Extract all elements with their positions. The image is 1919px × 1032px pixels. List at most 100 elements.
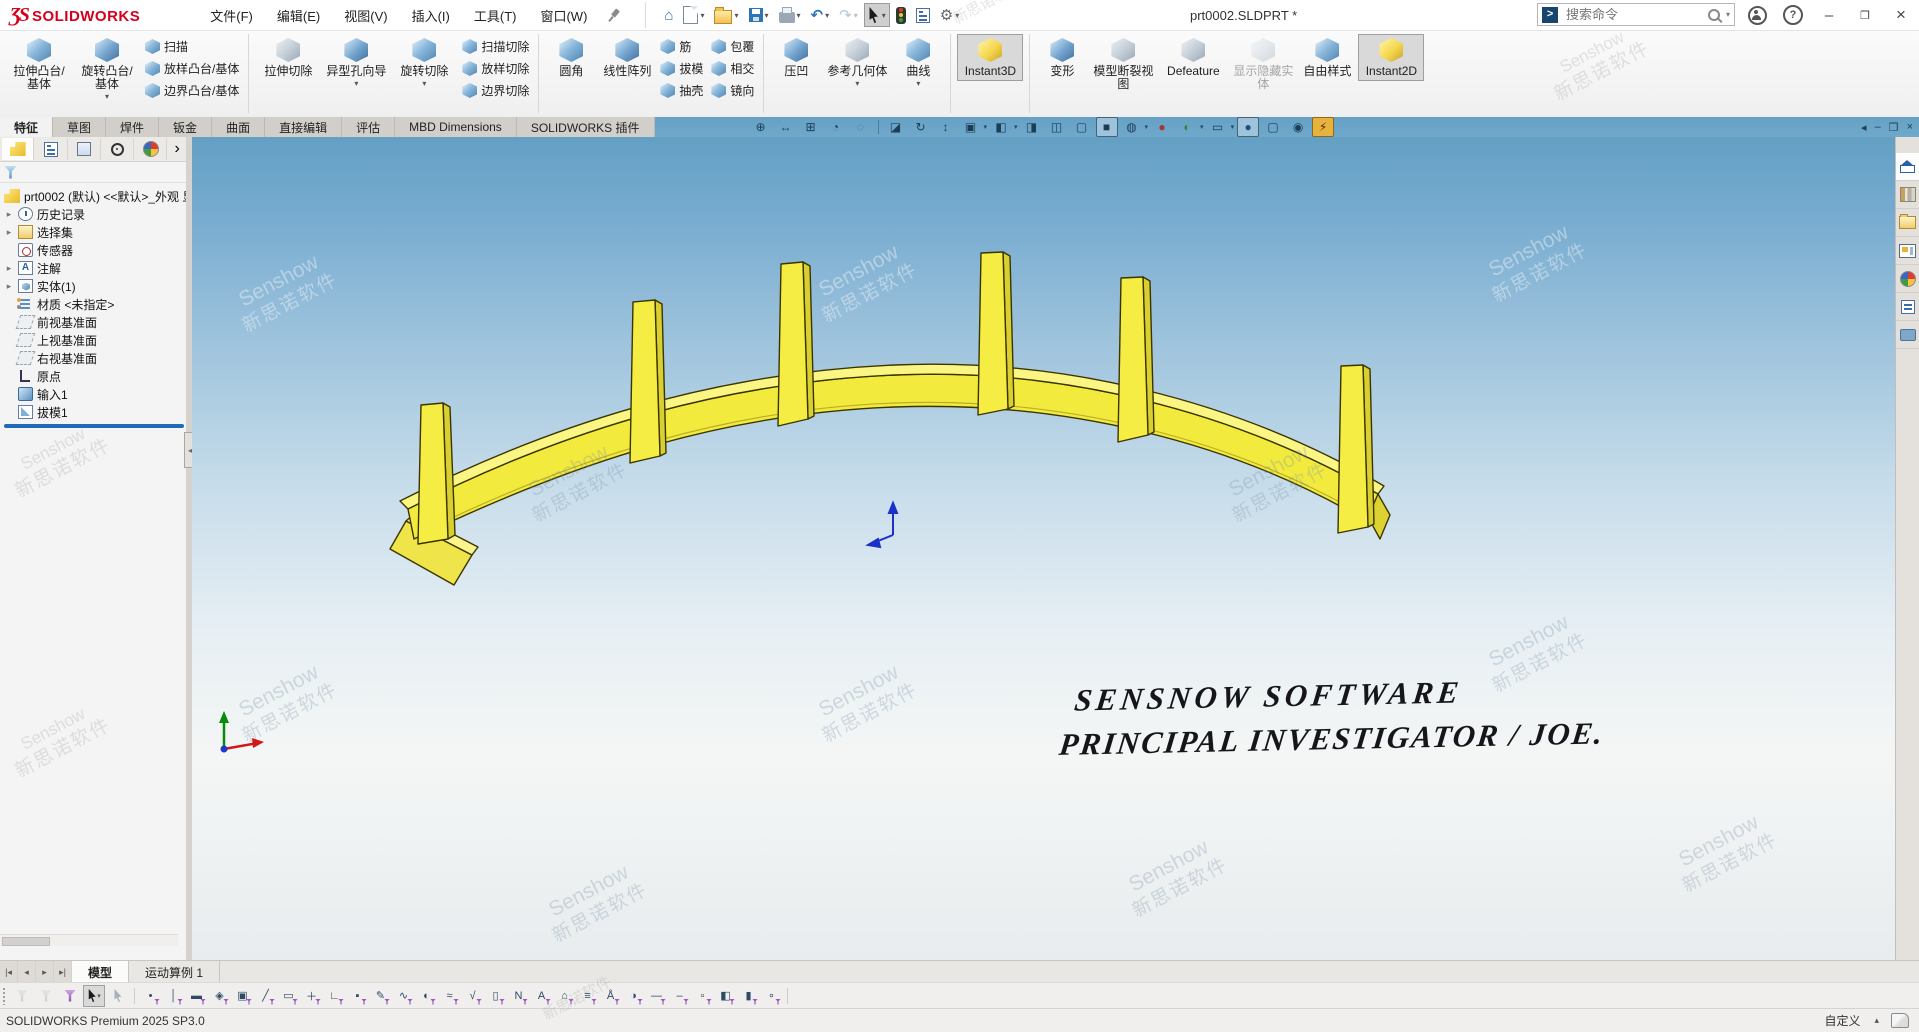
previous-view-icon[interactable]: ◌ [850, 117, 872, 137]
tab-mbd-dimensions[interactable]: MBD Dimensions [395, 117, 517, 137]
open-button[interactable]: ▾ [710, 3, 742, 28]
filter-select-all-icon[interactable] [59, 985, 81, 1007]
filter-blocks-icon[interactable]: ◧ [715, 986, 736, 1006]
filter-weld-beads-icon[interactable]: ◐ [416, 986, 437, 1006]
tag-icon[interactable] [1891, 1013, 1909, 1028]
indent-button[interactable]: 压凹 [770, 34, 822, 81]
tree-item-material[interactable]: 材质 <未指定> [4, 295, 186, 313]
featuremanager-tree-tab[interactable] [2, 138, 34, 160]
intersect-button[interactable]: 相交 [708, 59, 757, 78]
command-search-box[interactable]: > ▾ [1537, 3, 1735, 26]
filter-surface-bodies-icon[interactable]: ◈ [209, 986, 230, 1006]
filter-surface-finish-icon[interactable]: Å [600, 986, 621, 1006]
magnify-icon[interactable]: ◔ [825, 117, 847, 137]
menu-file[interactable]: 文件(F) [200, 1, 263, 30]
filter-vertices-icon[interactable]: • [140, 986, 161, 1006]
tree-horizontal-scrollbar[interactable] [0, 934, 178, 946]
reference-geometry-button[interactable]: 参考几何体▾ [824, 34, 890, 91]
display-style-shaded-icon[interactable]: ◨ [1021, 117, 1043, 137]
filter-clear-all-icon[interactable] [35, 985, 57, 1007]
tree-item-annotations[interactable]: ▸A注解 [4, 259, 186, 277]
toolbar-grip[interactable] [2, 987, 7, 1005]
tab-nav-last[interactable]: ▸| [54, 961, 72, 983]
filter-balloons-icon[interactable]: A [531, 986, 552, 1006]
boundary-cut-button[interactable]: 边界切除 [459, 81, 532, 100]
appearances-scenes-tab[interactable] [1896, 265, 1919, 293]
tree-item-origin[interactable]: 原点 [4, 367, 186, 385]
select-cursor-button[interactable]: ▾ [83, 985, 105, 1007]
forum-tab[interactable] [1896, 321, 1919, 349]
tree-item-selection-sets[interactable]: ▸选择集 [4, 223, 186, 241]
display-style-wireframe-icon[interactable]: ▢ [1071, 117, 1093, 137]
curves-button[interactable]: 曲线▾ [892, 34, 944, 91]
perspective-icon[interactable]: ◉ [1287, 117, 1309, 137]
view-orientation-icon[interactable]: ▣ [960, 117, 982, 137]
design-library-tab[interactable] [1896, 181, 1919, 209]
model-canvas[interactable] [192, 137, 1896, 960]
zoom-to-fit-icon[interactable]: ⊕ [750, 117, 772, 137]
model-tab[interactable]: 模型 [72, 961, 129, 983]
filter-curves-icon[interactable]: ∿ [393, 986, 414, 1006]
tab-features[interactable]: 特征 [0, 117, 53, 137]
tab-sheet-metal[interactable]: 钣金 [159, 117, 212, 137]
display-style-current-icon[interactable]: ■ [1096, 117, 1118, 137]
filter-solid-bodies-icon[interactable]: ▣ [232, 986, 253, 1006]
shadows-in-shaded-mode-icon[interactable]: ● [1237, 117, 1259, 137]
dimxpert-manager-tab[interactable] [102, 138, 134, 160]
save-button[interactable]: ▾ [745, 4, 773, 26]
show-hidden-bodies-button[interactable]: 显示隐藏实体 [1230, 34, 1296, 94]
tab-weldments[interactable]: 焊件 [106, 117, 159, 137]
linear-pattern-button[interactable]: 线性阵列 [599, 34, 655, 81]
search-input[interactable] [1564, 6, 1702, 23]
menu-window[interactable]: 窗口(W) [530, 1, 597, 30]
new-document-button[interactable]: ▾ [679, 2, 708, 28]
filter-notes-icon[interactable]: N [508, 986, 529, 1006]
filter-toggle-icon[interactable] [11, 985, 33, 1007]
tab-direct-editing[interactable]: 直接编辑 [265, 117, 342, 137]
filter-annotations-icon[interactable]: ▯ [485, 986, 506, 1006]
filter-mate-references-icon[interactable]: – [669, 986, 690, 1006]
rollback-bar[interactable] [4, 424, 184, 428]
minimize-button[interactable]: – [1811, 0, 1847, 30]
filter-geometric-tolerances-icon[interactable]: ◑ [623, 986, 644, 1006]
display-manager-tab[interactable] [135, 138, 167, 160]
filter-origins-icon[interactable]: ＋ [301, 986, 322, 1006]
dock-left-icon[interactable]: ◂ [1861, 121, 1867, 134]
print-button[interactable]: ▾ [775, 4, 805, 27]
performance-evaluation-icon[interactable]: ⚡ [1312, 117, 1334, 137]
filter-dowel-pins-icon[interactable]: ∘ [761, 986, 782, 1006]
filter-coordinate-systems-icon[interactable]: ∟ [324, 986, 345, 1006]
customize-button[interactable]: 自定义 [1824, 1012, 1860, 1029]
extruded-cut-button[interactable]: 拉伸切除 [255, 34, 321, 81]
tree-filter-icon[interactable] [4, 166, 17, 179]
file-properties-button[interactable] [912, 4, 934, 27]
close-button[interactable]: × [1883, 0, 1919, 30]
filter-edges-icon[interactable]: │ [163, 986, 184, 1006]
freeform-button[interactable]: 自由样式 [1298, 34, 1356, 81]
tab-nav-first[interactable]: |◂ [0, 961, 18, 983]
task-pane-close-icon[interactable] [1896, 137, 1919, 153]
tree-item-top-plane[interactable]: 上视基准面 [4, 331, 186, 349]
tab-solidworks-addins[interactable]: SOLIDWORKS 插件 [517, 117, 655, 137]
filter-sketch-points-icon[interactable]: ▪ [347, 986, 368, 1006]
tree-item-sensors[interactable]: 传感器 [4, 241, 186, 259]
graphics-viewport[interactable]: Senshow新思诺软件 Senshow新思诺软件 Senshow新思诺软件 S… [192, 137, 1896, 960]
redo-button[interactable]: ↷▾ [835, 4, 862, 27]
menu-insert[interactable]: 插入(I) [402, 1, 460, 30]
panel-expand-arrow[interactable]: › [168, 138, 186, 160]
instant2d-button[interactable]: Instant2D [1358, 34, 1424, 81]
filter-datums-icon[interactable]: ≡ [577, 986, 598, 1006]
account-button[interactable] [1739, 0, 1775, 30]
edit-appearance-icon[interactable]: ● [1151, 117, 1173, 137]
view-palette-tab[interactable] [1896, 237, 1919, 265]
defeature-button[interactable]: Defeature [1158, 34, 1228, 81]
filter-dimensions-icon[interactable]: √ [462, 986, 483, 1006]
filter-inspection-items-icon[interactable]: ▮ [738, 986, 759, 1006]
wrap-button[interactable]: 包覆 [708, 37, 757, 56]
menu-tools[interactable]: 工具(T) [464, 1, 527, 30]
tree-item-solid-bodies[interactable]: ▸实体(1) [4, 277, 186, 295]
rebuild-button[interactable] [892, 3, 910, 28]
help-button[interactable]: ? [1775, 0, 1811, 30]
sketch-ink-annotation[interactable]: SENSNOW SOFTWARE PRINCIPAL INVESTIGATOR … [1067, 671, 1611, 762]
section-view-icon[interactable]: ◪ [885, 117, 907, 137]
